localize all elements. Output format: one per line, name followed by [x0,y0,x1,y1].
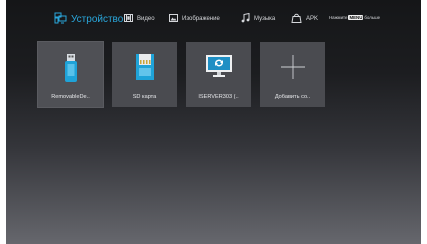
tab-music[interactable]: Музыка [241,10,275,28]
file-browser-screen: Устройство Видео Изображение Музыка APK … [6,0,421,244]
tab-apk[interactable]: APK [291,10,318,28]
tab-device[interactable]: Устройство [54,10,123,28]
tab-label: Видео [137,16,155,22]
device-label: Добавить со.. [274,94,311,100]
device-icon [54,12,67,27]
tab-label: Устройство [71,13,124,25]
hint-prefix: Нажмите [329,15,348,20]
music-note-icon [241,12,250,25]
device-label: SD карта [132,94,157,100]
add-device-tile[interactable]: Добавить со.. [260,42,325,107]
device-tile-removable[interactable]: RemovableDe.. [37,41,104,108]
device-label: RemovableDe.. [51,94,90,100]
device-tile-sd-card[interactable]: SD карта [112,42,177,107]
usb-drive-icon [38,53,103,83]
menu-hint: Нажмите MENU больше [329,15,380,20]
tab-image[interactable]: Изображение [169,10,220,28]
tab-label: APK [306,16,319,22]
bag-icon [291,13,302,25]
sd-card-icon [112,53,177,83]
tab-label: Изображение [182,16,220,22]
menu-key-badge: MENU [348,15,364,20]
device-label: ISERVER303 (.. [198,94,239,100]
tab-video[interactable]: Видео [124,10,155,28]
tab-label: Музыка [254,16,276,22]
top-nav: Устройство Видео Изображение Музыка APK … [6,0,421,36]
plus-icon [260,53,325,83]
hint-suffix: больше [364,15,381,20]
image-icon [169,14,178,24]
device-tile-network-server[interactable]: ISERVER303 (.. [186,42,251,107]
network-monitor-icon [186,53,251,83]
film-icon [124,14,133,24]
